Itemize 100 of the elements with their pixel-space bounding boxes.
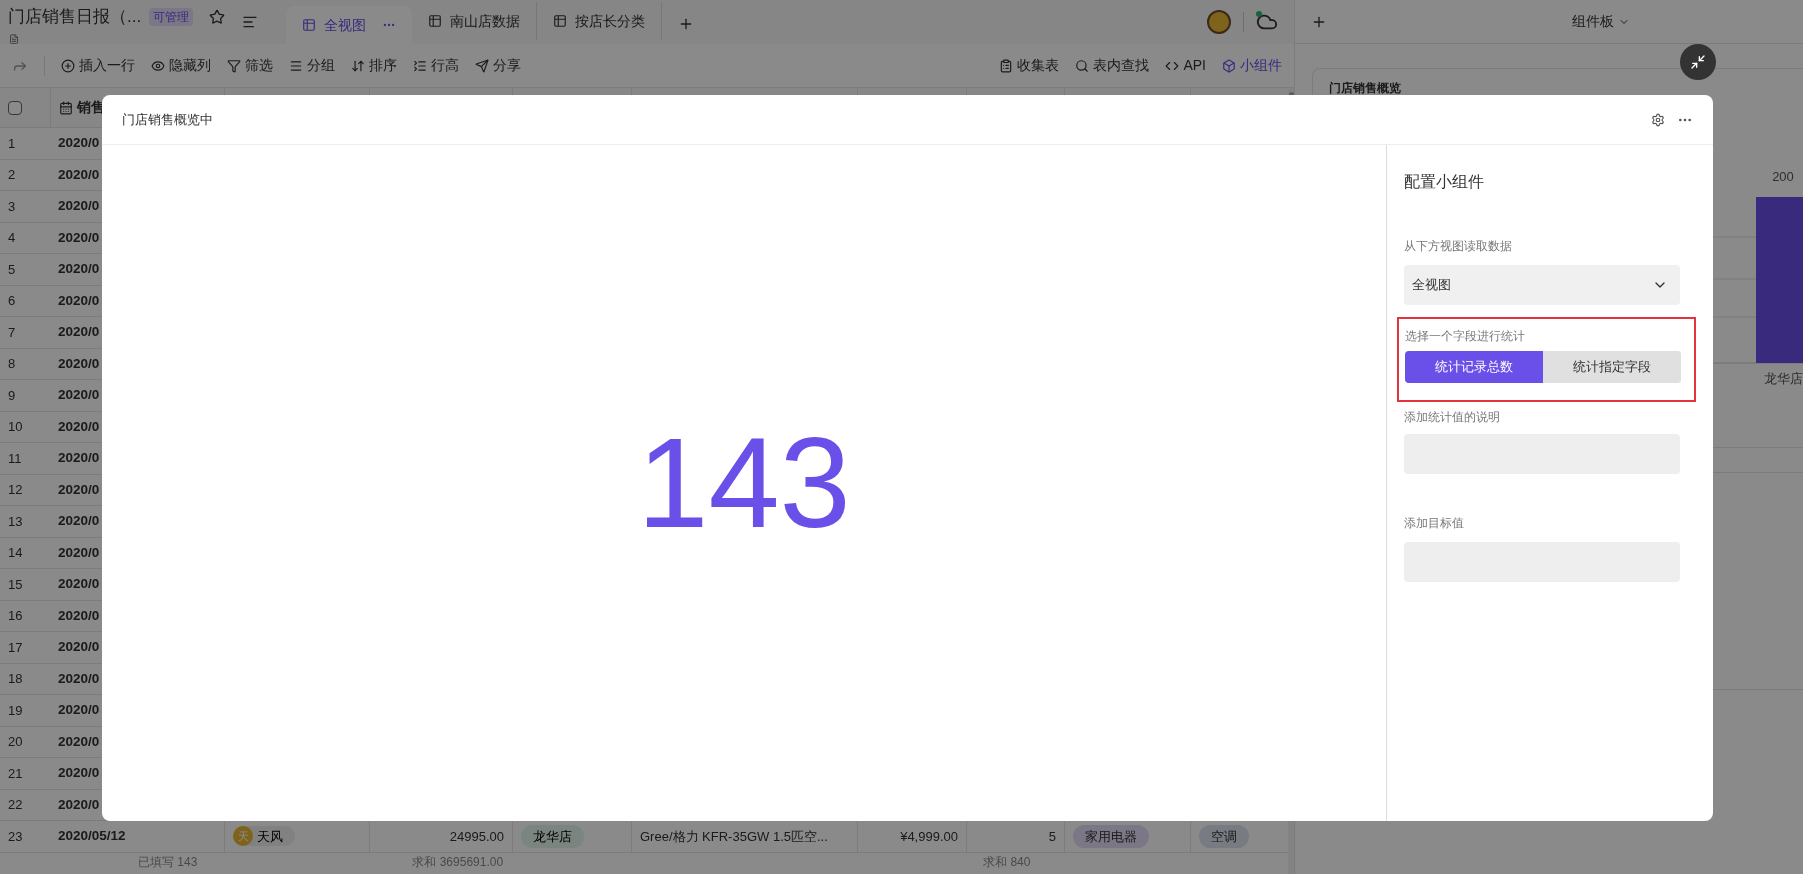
row-number: 11	[8, 449, 22, 468]
store-tag: 龙华店	[521, 824, 584, 848]
collapse-button[interactable]	[1680, 44, 1716, 80]
send-icon	[475, 58, 489, 73]
document-title: 门店销售日报（...	[8, 6, 142, 28]
date-cell-text: 2020/0	[58, 260, 100, 279]
row-number: 9	[8, 386, 16, 405]
toolbar-button[interactable]: 收集表	[999, 55, 1060, 76]
row-number: 20	[8, 733, 23, 751]
date-cell-text: 2020/0	[58, 606, 100, 625]
config-title: 配置小组件	[1404, 172, 1485, 192]
date-cell-text: 2020/0	[58, 228, 100, 247]
avatar-icon: 天	[233, 826, 253, 847]
calendar-icon	[59, 100, 73, 115]
view-tab[interactable]: 南山店数据	[412, 2, 537, 40]
subcategory-tag: 空调	[1199, 824, 1249, 848]
cube-icon	[1222, 58, 1236, 73]
toolbar-button[interactable]: 行高	[413, 55, 459, 76]
seller-name: 天风	[257, 827, 283, 846]
row-number: 18	[8, 670, 23, 688]
field-label: 从下方视图读取数据	[1404, 238, 1513, 255]
date-cell-text: 2020/0	[58, 638, 100, 657]
date-cell-text: 2020/05/12	[58, 827, 126, 846]
date-cell-text: 2020/0	[58, 449, 100, 468]
avatar-icon[interactable]	[1207, 10, 1231, 34]
date-cell-text: 2020/0	[58, 575, 100, 594]
date-cell-text: 2020/0	[58, 323, 100, 342]
settings-icon[interactable]	[1651, 112, 1665, 127]
row-number: 6	[8, 292, 16, 310]
date-cell-text: 2020/0	[58, 512, 100, 531]
field-label: 添加目标值	[1404, 515, 1465, 532]
star-icon[interactable]	[209, 8, 226, 25]
search-icon	[1075, 58, 1090, 73]
row-number: 12	[8, 481, 23, 499]
sort-icon	[351, 58, 365, 73]
statistic-value: 143	[637, 419, 851, 547]
row-number: 21	[8, 764, 23, 783]
row-number: 22	[8, 796, 23, 814]
toolbar-button[interactable]: 小组件	[1222, 55, 1282, 76]
date-cell-text: 2020/0	[58, 417, 100, 436]
category-label: 龙华店	[1763, 371, 1803, 386]
toolbar-button[interactable]: 分享	[475, 55, 521, 76]
date-cell-text: 2020/0	[58, 669, 100, 688]
row-number: 4	[8, 229, 16, 247]
category-tag: 家用电器	[1073, 824, 1149, 848]
form-icon	[999, 58, 1014, 73]
amount-cell-text: 24995.00	[449, 827, 504, 846]
add-tab-icon[interactable]	[678, 16, 694, 32]
date-cell-text: 2020/0	[58, 386, 100, 405]
toolbar-button[interactable]: 插入一行	[61, 55, 135, 76]
date-cell-text: 2020/0	[58, 197, 100, 216]
checkbox[interactable]	[8, 100, 22, 115]
row-number: 17	[8, 638, 23, 657]
date-cell-text: 2020/0	[58, 291, 100, 310]
toolbar-button[interactable]: 筛选	[227, 55, 273, 76]
grid-icon	[553, 14, 567, 28]
dialog-title: 门店销售概览中	[122, 110, 213, 129]
field-label: 选择一个字段进行统计	[1405, 328, 1526, 345]
view-select[interactable]: 全视图	[1404, 265, 1680, 305]
row-number: 8	[8, 355, 16, 373]
toolbar-button[interactable]: 排序	[351, 55, 397, 76]
grid-icon	[302, 18, 316, 32]
menu-icon[interactable]	[242, 14, 258, 30]
toolbar-button[interactable]: API	[1165, 55, 1206, 76]
date-cell-text: 2020/0	[58, 134, 100, 153]
board-title[interactable]: 组件板	[1572, 11, 1630, 32]
document-icon	[8, 33, 20, 44]
plus-circle-icon	[61, 58, 75, 73]
sum-summary[interactable]: 求和 840	[983, 852, 1031, 871]
price-cell-text: ¥4,999.00	[900, 827, 958, 846]
row-number: 10	[8, 418, 23, 436]
row-number: 5	[8, 260, 16, 279]
date-cell-text: 2020/0	[58, 354, 100, 373]
widget-title: 门店销售概览	[1329, 80, 1402, 97]
date-cell-text: 2020/0	[58, 165, 100, 184]
filled-count[interactable]: 已填写 143	[138, 852, 198, 871]
row-number: 3	[8, 197, 16, 216]
row-number: 23	[8, 827, 23, 846]
date-cell-text: 2020/0	[58, 764, 100, 783]
lines-icon	[289, 58, 303, 73]
toolbar-button[interactable]: 表内查找	[1075, 55, 1150, 76]
segment-option[interactable]: 统计记录总数	[1405, 351, 1543, 383]
row-number: 16	[8, 607, 23, 625]
product-cell-text: Gree/格力 KFR-35GW 1.5匹空...	[640, 827, 828, 846]
row-number: 2	[8, 166, 16, 184]
filter-icon	[227, 58, 241, 73]
row-number: 19	[8, 701, 23, 720]
toolbar-button[interactable]: 隐藏列	[151, 55, 211, 76]
toolbar-button[interactable]: 分组	[289, 55, 335, 76]
sum-summary[interactable]: 求和 3695691.00	[412, 852, 504, 871]
date-cell-text: 2020/0	[58, 701, 100, 720]
row-number: 13	[8, 512, 23, 531]
date-cell-text: 2020/0	[58, 732, 100, 751]
view-tab[interactable]: 全视图	[286, 6, 412, 44]
bar-value-label: 200	[1772, 169, 1794, 184]
row-number: 15	[8, 575, 23, 594]
view-tab[interactable]: 按店长分类	[537, 2, 662, 40]
quantity-cell-text: 5	[1048, 827, 1056, 846]
date-cell-text: 2020/0	[58, 795, 100, 814]
eye-icon	[151, 58, 165, 73]
